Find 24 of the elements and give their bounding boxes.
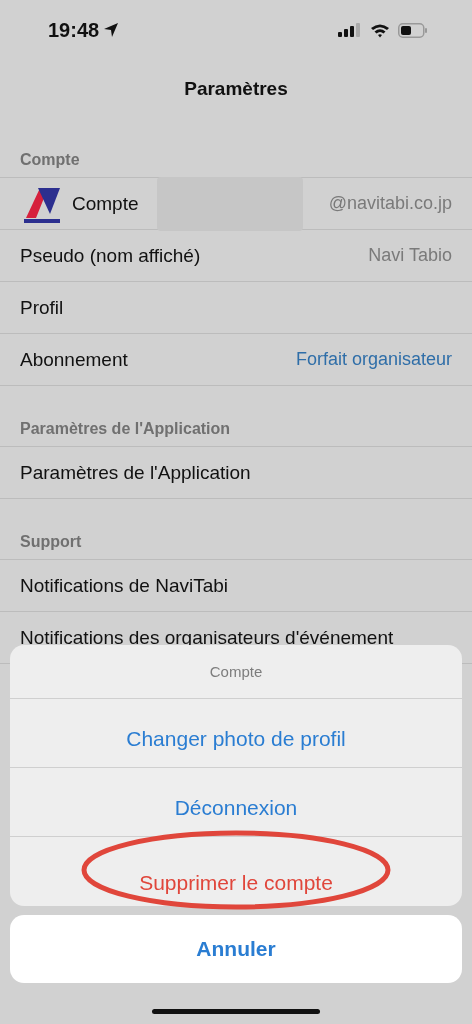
row-value: @navitabi.co.jp [328, 193, 452, 214]
row-label[interactable]: Abonnement [20, 348, 128, 371]
location-arrow-icon [103, 22, 120, 38]
row-label[interactable]: Profil [20, 296, 64, 319]
cancel-button[interactable]: Annuler [10, 915, 462, 983]
wifi-icon [370, 22, 390, 38]
row-label[interactable]: Notifications de NaviTabi [20, 574, 229, 597]
section-header: Paramètres de l'Application [20, 420, 231, 438]
section-header: Support [20, 533, 82, 551]
row-label[interactable]: Compte [72, 192, 139, 215]
row-label[interactable]: Pseudo (nom affiché) [20, 244, 201, 267]
row-label[interactable]: Notifications des organisateurs d'événement [20, 626, 394, 649]
sheet-title: Compte [209, 663, 263, 680]
screen-title: Paramètres [184, 78, 288, 100]
row-label[interactable]: Paramètres de l'Application [20, 461, 251, 484]
section-header: Compte [20, 151, 80, 169]
sheet-action-button[interactable]: Déconnexion [10, 768, 462, 837]
signal-icon [338, 23, 362, 37]
row-value: Forfait organisateur [295, 349, 452, 370]
sheet-action-button[interactable]: Changer photo de profil [10, 699, 462, 768]
battery-icon [398, 22, 428, 38]
row-value: Navi Tabio [368, 245, 452, 266]
status-time: 19:48 [48, 18, 100, 42]
delete-account-button[interactable]: Supprimer le compte [10, 837, 462, 906]
